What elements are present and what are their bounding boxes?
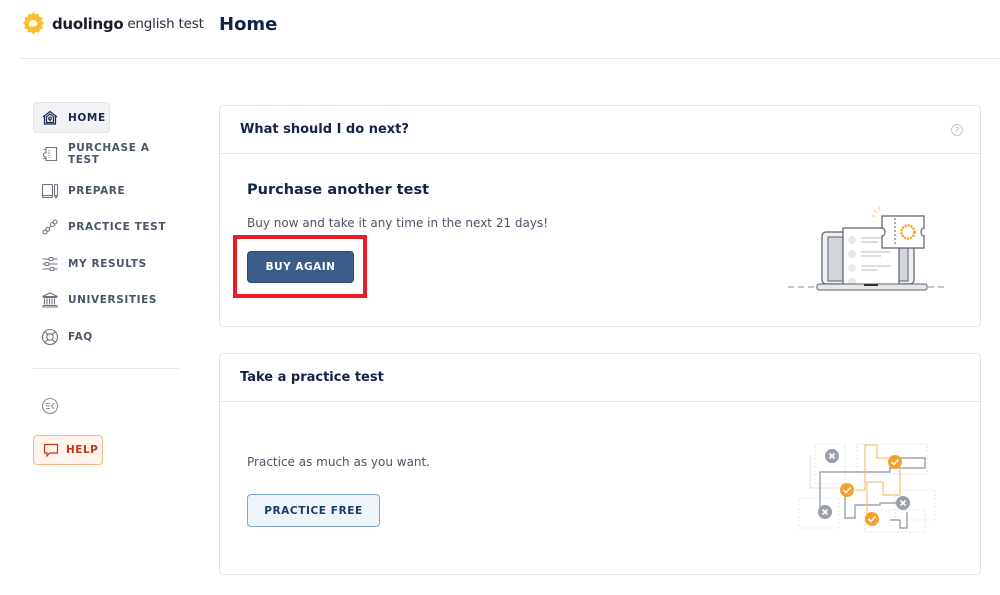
sidebar: HOME PURCHASE A TEST PREPARE PRACTICE TE… <box>33 102 179 465</box>
practice-test-card: Take a practice test Practice as much as… <box>219 353 981 575</box>
sidebar-item-label: UNIVERSITIES <box>68 294 158 306</box>
sidebar-item-prepare[interactable]: PREPARE <box>33 175 179 206</box>
ticket-icon <box>41 145 59 163</box>
card-header: What should I do next? ? <box>220 106 980 154</box>
sidebar-item-label: PREPARE <box>68 184 126 197</box>
book-icon <box>41 182 59 200</box>
sidebar-item-faq[interactable]: FAQ <box>33 321 179 352</box>
logo-brand: duolingo <box>52 15 124 33</box>
sidebar-item-practice-test[interactable]: PRACTICE TEST <box>33 212 179 243</box>
logo-suffix: english test <box>127 16 204 32</box>
lifebuoy-icon <box>41 328 59 346</box>
sidebar-item-universities[interactable]: UNIVERSITIES <box>33 285 179 316</box>
logo[interactable]: duolingo english test <box>20 11 204 37</box>
buy-again-button[interactable]: BUY AGAIN <box>247 251 354 283</box>
sliders-icon <box>41 255 59 273</box>
purchase-description: Buy now and take it any time in the next… <box>247 216 549 230</box>
sidebar-item-home[interactable]: HOME <box>33 102 110 133</box>
sidebar-item-my-results[interactable]: MY RESULTS <box>33 248 179 279</box>
top-bar: duolingo english test Home <box>0 0 1000 59</box>
sidebar-item-label: HOME <box>68 111 106 124</box>
sidebar-item-purchase-a-test[interactable]: PURCHASE A TEST <box>33 139 179 170</box>
help-label: HELP <box>66 444 99 456</box>
institution-icon <box>41 291 59 309</box>
maze-path-illustration <box>798 443 936 533</box>
sidebar-item-label: PURCHASE A TEST <box>68 142 150 166</box>
next-steps-card: What should I do next? ? Purchase anothe… <box>219 105 981 327</box>
help-button[interactable]: HELP <box>33 435 103 465</box>
sidebar-item-label: FAQ <box>68 330 93 343</box>
chat-bubble-icon <box>43 443 59 458</box>
collapse-sidebar-icon <box>41 397 59 415</box>
sidebar-divider <box>33 368 179 369</box>
practice-description: Practice as much as you want. <box>247 455 431 469</box>
duolingo-logo-icon <box>22 12 45 35</box>
card-header: Take a practice test <box>220 354 980 402</box>
practice-free-button[interactable]: PRACTICE FREE <box>247 494 380 527</box>
card-title: What should I do next? <box>240 122 409 137</box>
info-icon[interactable]: ? <box>951 124 963 136</box>
purchase-subtitle: Purchase another test <box>247 182 430 198</box>
header-divider <box>20 58 1000 59</box>
dumbbell-icon <box>41 218 59 236</box>
sidebar-item-label: PRACTICE TEST <box>68 221 167 233</box>
card-title: Take a practice test <box>240 370 384 385</box>
laptop-ticket-illustration <box>788 206 944 291</box>
home-icon <box>41 109 59 127</box>
page-title: Home <box>219 14 278 35</box>
sidebar-item-label: MY RESULTS <box>68 257 147 270</box>
collapse-sidebar-button[interactable] <box>41 397 59 415</box>
